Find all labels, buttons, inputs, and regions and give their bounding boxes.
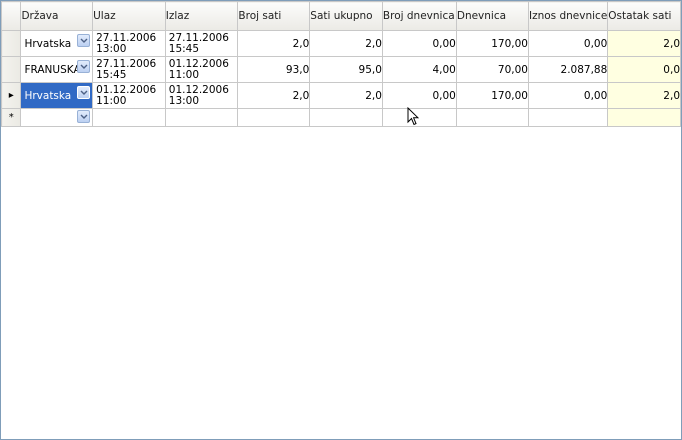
chevron-down-icon[interactable] (77, 86, 91, 99)
grid-corner[interactable] (0, 1, 22, 31)
iznos-dnevnice-cell[interactable]: 0,00 (527, 82, 609, 109)
ulaz-time: 11:00 (96, 94, 127, 107)
ostatak-sati-cell-new[interactable] (607, 108, 681, 127)
broj-sati-cell[interactable]: 2,0 (237, 82, 311, 109)
ulaz-date: 27.11.2006 (96, 57, 157, 70)
izlaz-cell[interactable]: 01.12.2006 11:00 (164, 56, 239, 83)
column-header-izlaz[interactable]: Izlaz (164, 1, 239, 31)
drzava-value: FRANUSKA (24, 63, 81, 76)
sati-ukupno-cell-new[interactable] (309, 108, 383, 127)
iznos-dnevnice-cell[interactable]: 2.087,88 (527, 56, 609, 83)
drzava-value: Hrvatska (24, 37, 72, 50)
broj-dnevnica-cell[interactable]: 0,00 (381, 30, 457, 57)
ostatak-sati-cell[interactable]: 2,0 (607, 82, 681, 109)
current-row-indicator[interactable]: ▸ (0, 82, 22, 109)
ulaz-date: 27.11.2006 (96, 31, 157, 44)
column-header-drzava[interactable]: Država (20, 1, 94, 31)
izlaz-cell[interactable]: 27.11.2006 15:45 (164, 30, 239, 57)
izlaz-date: 01.12.2006 (168, 83, 229, 96)
broj-dnevnica-cell[interactable]: 4,00 (381, 56, 457, 83)
drzava-combo-cell[interactable]: Hrvatska (20, 30, 94, 57)
iznos-dnevnice-cell-new[interactable] (527, 108, 609, 127)
column-header-broj-dnevnica[interactable]: Broj dnevnica (381, 1, 457, 31)
ostatak-sati-cell[interactable]: 2,0 (607, 30, 681, 57)
column-header-sati-ukupno[interactable]: Sati ukupno (309, 1, 383, 31)
izlaz-time: 15:45 (168, 42, 200, 55)
data-grid-window: Država Ulaz Izlaz Broj sati Sati ukupno … (0, 0, 682, 440)
izlaz-time: 11:00 (168, 68, 200, 81)
chevron-down-icon[interactable] (77, 60, 91, 73)
column-header-iznos-dnevnice[interactable]: Iznos dnevnice (527, 1, 609, 31)
izlaz-cell[interactable]: 01.12.2006 13:00 (164, 82, 239, 109)
drzava-combo-cell-selected[interactable]: Hrvatska (20, 82, 94, 109)
drzava-combo-cell[interactable]: FRANUSKA (20, 56, 94, 83)
broj-dnevnica-cell-new[interactable] (381, 108, 457, 127)
chevron-down-icon[interactable] (77, 110, 91, 123)
chevron-down-icon[interactable] (77, 34, 91, 47)
dnevnica-cell-new[interactable] (455, 108, 529, 127)
header-row: Država Ulaz Izlaz Broj sati Sati ukupno … (0, 1, 681, 31)
dnevnica-cell[interactable]: 170,00 (455, 82, 529, 109)
broj-sati-cell[interactable]: 2,0 (237, 30, 311, 57)
table-row[interactable]: FRANUSKA 27.11.2006 15:45 01.12.2006 11:00… (0, 56, 681, 83)
ulaz-cell[interactable]: 27.11.2006 15:45 (92, 56, 166, 83)
ulaz-cell[interactable]: 01.12.2006 11:00 (92, 82, 166, 109)
iznos-dnevnice-cell[interactable]: 0,00 (527, 30, 609, 57)
column-header-broj-sati[interactable]: Broj sati (237, 1, 311, 31)
row-header[interactable] (0, 30, 22, 57)
dnevnica-cell[interactable]: 70,00 (455, 56, 529, 83)
column-header-ulaz[interactable]: Ulaz (92, 1, 166, 31)
broj-dnevnica-cell[interactable]: 0,00 (381, 82, 457, 109)
table-row-current[interactable]: ▸ Hrvatska 01.12.2006 11:00 01.12.2006 13:… (0, 82, 681, 109)
row-header[interactable] (0, 56, 22, 83)
column-header-dnevnica[interactable]: Dnevnica (455, 1, 529, 31)
ulaz-cell[interactable]: 27.11.2006 13:00 (92, 30, 166, 57)
dnevnica-cell[interactable]: 170,00 (455, 30, 529, 57)
ulaz-time: 13:00 (96, 42, 127, 55)
sati-ukupno-cell[interactable]: 95,0 (309, 56, 383, 83)
drzava-combo-cell-new[interactable] (20, 108, 94, 127)
izlaz-time: 13:00 (168, 94, 200, 107)
new-row-indicator[interactable]: * (0, 108, 22, 127)
sati-ukupno-cell[interactable]: 2,0 (309, 82, 383, 109)
sati-ukupno-cell[interactable]: 2,0 (309, 30, 383, 57)
ulaz-date: 01.12.2006 (96, 83, 157, 96)
mouse-pointer-icon (407, 107, 419, 126)
ostatak-sati-cell[interactable]: 0,0 (607, 56, 681, 83)
ulaz-cell-new[interactable] (92, 108, 166, 127)
izlaz-date: 27.11.2006 (168, 31, 229, 44)
izlaz-date: 01.12.2006 (168, 57, 229, 70)
ulaz-time: 15:45 (96, 68, 127, 81)
table-row[interactable]: Hrvatska 27.11.2006 13:00 27.11.2006 15:45… (0, 30, 681, 57)
broj-sati-cell-new[interactable] (237, 108, 311, 127)
data-grid: Država Ulaz Izlaz Broj sati Sati ukupno … (0, 1, 681, 127)
izlaz-cell-new[interactable] (164, 108, 239, 127)
column-header-ostatak-sati[interactable]: Ostatak sati (607, 1, 681, 31)
broj-sati-cell[interactable]: 93,0 (237, 56, 311, 83)
drzava-value: Hrvatska (24, 89, 72, 102)
new-row[interactable]: * (0, 108, 681, 127)
